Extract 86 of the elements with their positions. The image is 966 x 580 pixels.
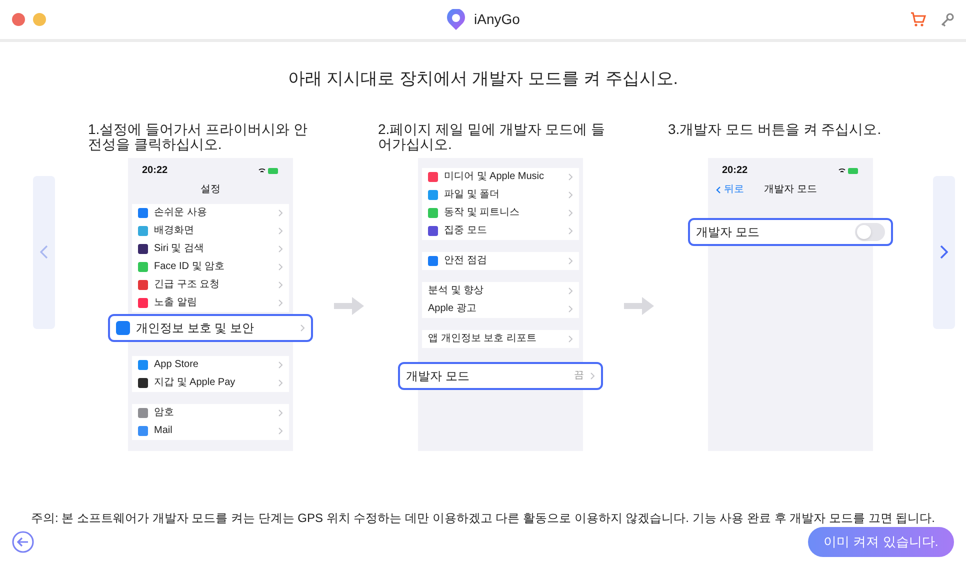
settings-row[interactable]: App Store bbox=[132, 356, 289, 374]
chevron-icon bbox=[568, 172, 573, 180]
settings-row[interactable]: 미디어 및 Apple Music bbox=[422, 168, 579, 186]
row-label: 노출 알림 bbox=[154, 298, 198, 308]
chevron-right-icon bbox=[940, 245, 948, 259]
chevron-left-icon bbox=[40, 245, 48, 259]
chevron-icon bbox=[590, 372, 595, 380]
chevron-icon bbox=[278, 360, 283, 368]
settings-row[interactable]: 앱 개인정보 보호 리포트 bbox=[422, 330, 579, 348]
chevron-icon bbox=[278, 280, 283, 288]
highlighted-setting[interactable]: 개발자 모드 끔 bbox=[398, 362, 603, 390]
instruction-heading: 아래 지시대로 장치에서 개발자 모드를 켜 주십시오. bbox=[288, 68, 678, 90]
settings-row[interactable]: 파일 및 폴더 bbox=[422, 186, 579, 204]
screen-title: 개발자 모드 bbox=[764, 183, 817, 197]
toggle-switch[interactable] bbox=[855, 222, 885, 240]
chevron-icon bbox=[278, 226, 283, 234]
chevron-icon bbox=[568, 190, 573, 198]
chevron-icon bbox=[278, 262, 283, 270]
back-link[interactable]: 뒤로 bbox=[724, 182, 744, 197]
row-label: 집중 모드 bbox=[444, 226, 488, 236]
highlighted-setting[interactable]: 개발자 모드 bbox=[688, 218, 893, 246]
settings-row[interactable]: Mail bbox=[132, 422, 289, 440]
highlighted-setting[interactable]: 개인정보 보호 및 보안 bbox=[108, 314, 313, 342]
settings-row[interactable]: 암호 bbox=[132, 404, 289, 422]
chevron-icon bbox=[300, 324, 305, 332]
row-label: 앱 개인정보 보호 리포트 bbox=[428, 334, 538, 344]
chevron-icon bbox=[568, 304, 573, 312]
settings-row[interactable]: Face ID 및 암호 bbox=[132, 258, 289, 276]
chevron-icon bbox=[278, 208, 283, 216]
minimize-window-button[interactable] bbox=[33, 13, 46, 26]
row-label: 배경화면 bbox=[154, 226, 195, 236]
close-window-button[interactable] bbox=[12, 13, 25, 26]
setting-label: 개발자 모드 bbox=[696, 224, 760, 240]
back-icon[interactable] bbox=[12, 530, 34, 552]
row-label: 지갑 및 Apple Pay bbox=[154, 378, 236, 388]
chevron-icon bbox=[278, 244, 283, 252]
settings-row[interactable]: Apple 광고 bbox=[422, 300, 579, 318]
row-label: 파일 및 폴더 bbox=[444, 190, 501, 200]
window-title: iAnyGo bbox=[474, 10, 520, 29]
settings-row[interactable]: 긴급 구조 요청 bbox=[132, 276, 289, 294]
notice-text: 주의: 본 소프트웨어가 개발자 모드를 켜는 단계는 GPS 위치 수정하는 데만 이용하겠고 다른 활동으로 이용하지 않겠습니다. 기능 사용 완료 후 개발자 모드를 끄면 됩니다. bbox=[30, 510, 936, 526]
row-label: 긴급 구조 요청 bbox=[154, 280, 221, 290]
app-logo-icon bbox=[446, 8, 466, 30]
setting-value: 끔 bbox=[574, 369, 584, 383]
chevron-icon bbox=[568, 208, 573, 216]
row-label: Siri 및 검색 bbox=[154, 244, 205, 254]
step-caption: 2.페이지 제일 밑에 개발자 모드에 들어가십시오. bbox=[378, 122, 606, 154]
row-label: Mail bbox=[154, 426, 174, 436]
chevron-icon bbox=[568, 256, 573, 264]
setting-label: 개발자 모드 bbox=[406, 368, 470, 384]
chevron-icon bbox=[278, 408, 283, 416]
settings-row[interactable]: 배경화면 bbox=[132, 222, 289, 240]
row-label: Face ID 및 암호 bbox=[154, 262, 226, 272]
settings-row[interactable]: 동작 및 피트니스 bbox=[422, 204, 579, 222]
row-label: App Store bbox=[154, 360, 200, 370]
chevron-icon bbox=[568, 226, 573, 234]
settings-row[interactable]: 지갑 및 Apple Pay bbox=[132, 374, 289, 392]
step-caption: 3.개발자 모드 버튼을 켜 주십시오. bbox=[668, 122, 882, 138]
setting-label: 개인정보 보호 및 보안 bbox=[136, 320, 256, 336]
row-label: 손쉬운 사용 bbox=[154, 208, 208, 218]
arrow-right-icon bbox=[624, 296, 654, 314]
chevron-icon bbox=[278, 378, 283, 386]
chevron-left-icon bbox=[716, 186, 721, 194]
chevron-icon bbox=[278, 426, 283, 434]
key-icon[interactable] bbox=[940, 12, 954, 26]
status-time: 20:22 bbox=[142, 164, 168, 178]
settings-row[interactable]: 분석 및 향상 bbox=[422, 282, 579, 300]
settings-row[interactable]: 손쉬운 사용 bbox=[132, 204, 289, 222]
settings-row[interactable]: Siri 및 검색 bbox=[132, 240, 289, 258]
row-label: 암호 bbox=[154, 408, 175, 418]
settings-row[interactable]: 집중 모드 bbox=[422, 222, 579, 240]
chevron-icon bbox=[568, 286, 573, 294]
status-time: 20:22 bbox=[722, 164, 748, 178]
row-label: 안전 점검 bbox=[444, 256, 488, 266]
chevron-icon bbox=[568, 334, 573, 342]
cart-icon[interactable] bbox=[910, 12, 926, 27]
settings-row[interactable]: 안전 점검 bbox=[422, 252, 579, 270]
row-label: 동작 및 피트니스 bbox=[444, 208, 521, 218]
chevron-icon bbox=[278, 298, 283, 306]
step-caption: 1.설정에 들어가서 프라이버시와 안전성을 클릭하십시오. bbox=[88, 122, 308, 154]
row-label: Apple 광고 bbox=[428, 304, 478, 314]
row-label: 미디어 및 Apple Music bbox=[444, 172, 546, 182]
settings-row[interactable]: 노출 알림 bbox=[132, 294, 289, 312]
row-label: 분석 및 향상 bbox=[428, 286, 485, 296]
screen-title: 설정 bbox=[200, 183, 220, 197]
arrow-right-icon bbox=[334, 296, 364, 314]
